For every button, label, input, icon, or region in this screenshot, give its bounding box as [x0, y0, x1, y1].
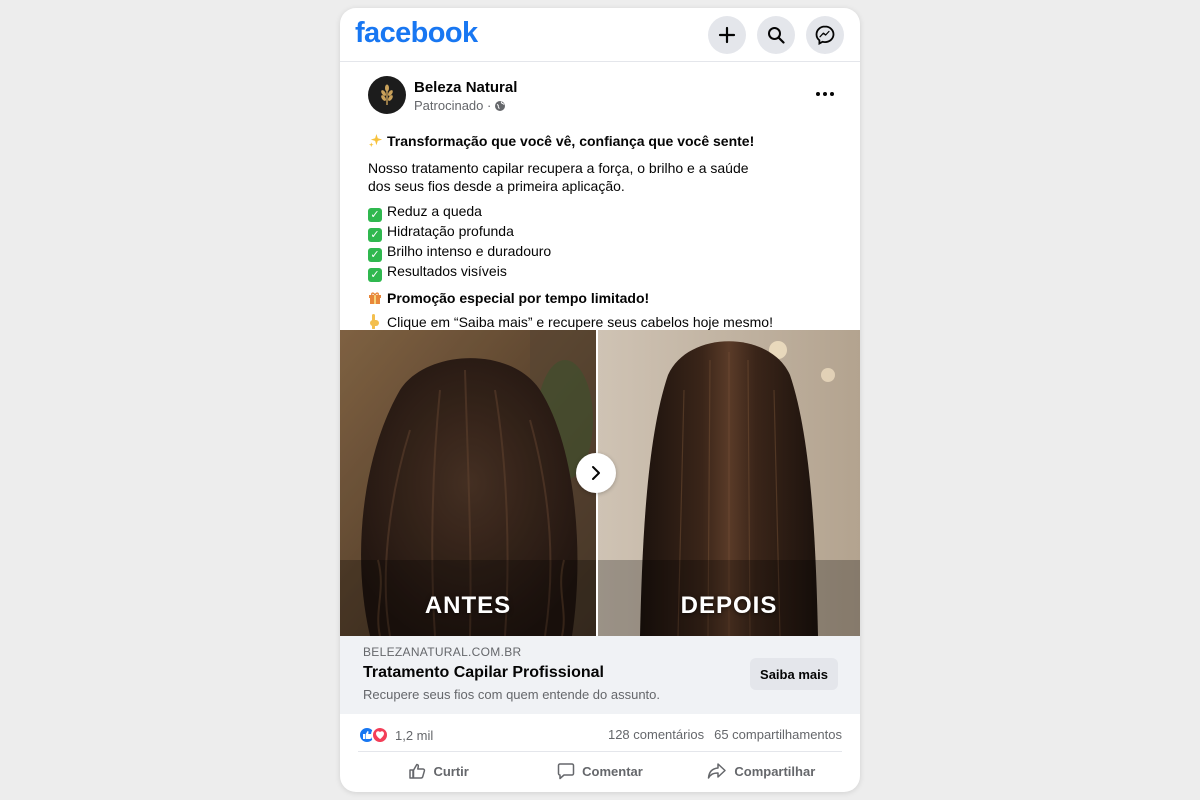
- check-mark-icon: ✓: [368, 247, 382, 262]
- feed-window: facebook Beleza Natural Patrocinado · Tr…: [340, 8, 860, 792]
- carousel-next-button[interactable]: [576, 453, 616, 493]
- globe-icon: [495, 100, 506, 111]
- sponsored-label: Patrocinado ·: [414, 98, 506, 113]
- comment-button[interactable]: Comentar: [519, 756, 680, 786]
- share-button[interactable]: Compartilhar: [681, 756, 842, 786]
- like-button[interactable]: Curtir: [358, 756, 519, 786]
- sponsored-text: Patrocinado ·: [414, 98, 492, 113]
- link-description: Recupere seus fios com quem entende do a…: [363, 687, 661, 702]
- share-label: Compartilhar: [734, 763, 816, 779]
- benefit-text: Hidratação profunda: [387, 222, 514, 239]
- promo-text: Promoção especial por tempo limitado!: [387, 289, 650, 306]
- link-preview[interactable]: BELEZANATURAL.COM.BR Tratamento Capilar …: [340, 636, 860, 714]
- engagement-stats: 1,2 mil 128 comentários 65 compartilhame…: [358, 718, 842, 752]
- thumbs-up-icon: [409, 763, 426, 779]
- headline-line: Transformação que você vê, confiança que…: [368, 132, 838, 153]
- after-image[interactable]: DEPOIS: [598, 330, 860, 636]
- cta-text: Clique em “Saiba mais” e recupere seus c…: [387, 314, 773, 330]
- reactions-summary[interactable]: 1,2 mil: [358, 726, 433, 744]
- more-options-button[interactable]: [812, 84, 838, 104]
- share-arrow-icon: [708, 763, 727, 779]
- comment-icon: [557, 763, 575, 780]
- post-actions: Curtir Comentar Compartilhar: [358, 756, 842, 786]
- benefit-item: ✓ Brilho intenso e duradouro: [368, 242, 838, 262]
- love-reaction-icon: [371, 726, 389, 744]
- check-mark-icon: ✓: [368, 207, 382, 222]
- shares-count[interactable]: 65 compartilhamentos: [714, 727, 842, 742]
- link-title: Tratamento Capilar Profissional: [363, 664, 604, 681]
- chevron-right-icon: [592, 466, 600, 480]
- create-button[interactable]: [708, 16, 746, 54]
- top-bar: facebook: [340, 8, 860, 62]
- comment-label: Comentar: [582, 763, 643, 779]
- benefit-item: ✓ Reduz a queda: [368, 202, 838, 222]
- page-name[interactable]: Beleza Natural: [414, 79, 517, 96]
- comments-count[interactable]: 128 comentários: [608, 727, 704, 742]
- check-mark-icon: ✓: [368, 227, 382, 242]
- benefit-item: ✓ Resultados visíveis: [368, 262, 838, 282]
- before-image[interactable]: ANTES: [340, 330, 596, 636]
- before-label: ANTES: [424, 592, 512, 619]
- carousel[interactable]: ANTES DEPOIS: [340, 330, 860, 636]
- post-header: Beleza Natural Patrocinado ·: [368, 76, 838, 116]
- more-horizontal-icon: [816, 92, 834, 96]
- comments-shares: 128 comentários 65 compartilhamentos: [608, 727, 842, 742]
- promo-line: Promoção especial por tempo limitado!: [368, 289, 838, 310]
- benefit-text: Brilho intenso e duradouro: [387, 242, 552, 259]
- like-label: Curtir: [433, 763, 469, 779]
- after-label: DEPOIS: [680, 592, 778, 619]
- search-button[interactable]: [757, 16, 795, 54]
- learn-more-button[interactable]: Saiba mais: [750, 658, 838, 690]
- benefit-text: Resultados visíveis: [387, 262, 507, 279]
- facebook-logo[interactable]: facebook: [355, 17, 478, 50]
- link-domain: BELEZANATURAL.COM.BR: [363, 645, 522, 659]
- messenger-button[interactable]: [806, 16, 844, 54]
- body-line-1: Nosso tratamento capilar recupera a forç…: [368, 159, 749, 176]
- post-text: Transformação que você vê, confiança que…: [368, 132, 838, 334]
- post-headline: Transformação que você vê, confiança que…: [387, 133, 755, 149]
- messenger-icon: [815, 25, 835, 45]
- body-line-2: dos seus fios desde a primeira aplicação…: [368, 178, 625, 194]
- reactions-count: 1,2 mil: [395, 727, 434, 743]
- benefit-text: Reduz a queda: [387, 202, 482, 219]
- sparkles-icon: [368, 133, 384, 153]
- gift-icon: [368, 291, 384, 310]
- search-icon: [768, 27, 785, 44]
- benefit-item: ✓ Hidratação profunda: [368, 222, 838, 242]
- check-mark-icon: ✓: [368, 267, 382, 282]
- page-avatar[interactable]: [368, 76, 406, 114]
- wheat-logo-icon: [381, 84, 393, 105]
- plus-icon: [718, 26, 736, 44]
